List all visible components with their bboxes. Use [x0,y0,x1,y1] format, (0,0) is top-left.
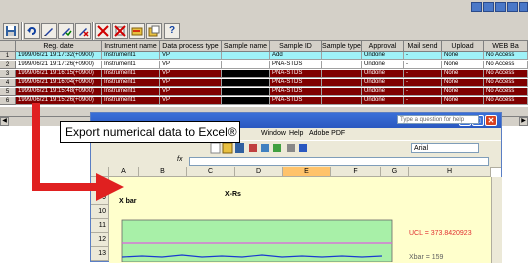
red-arrow-head-icon [96,173,124,201]
red-arrow-icon [32,103,104,191]
export-callout: Export numerical data to Excel® [60,121,240,143]
